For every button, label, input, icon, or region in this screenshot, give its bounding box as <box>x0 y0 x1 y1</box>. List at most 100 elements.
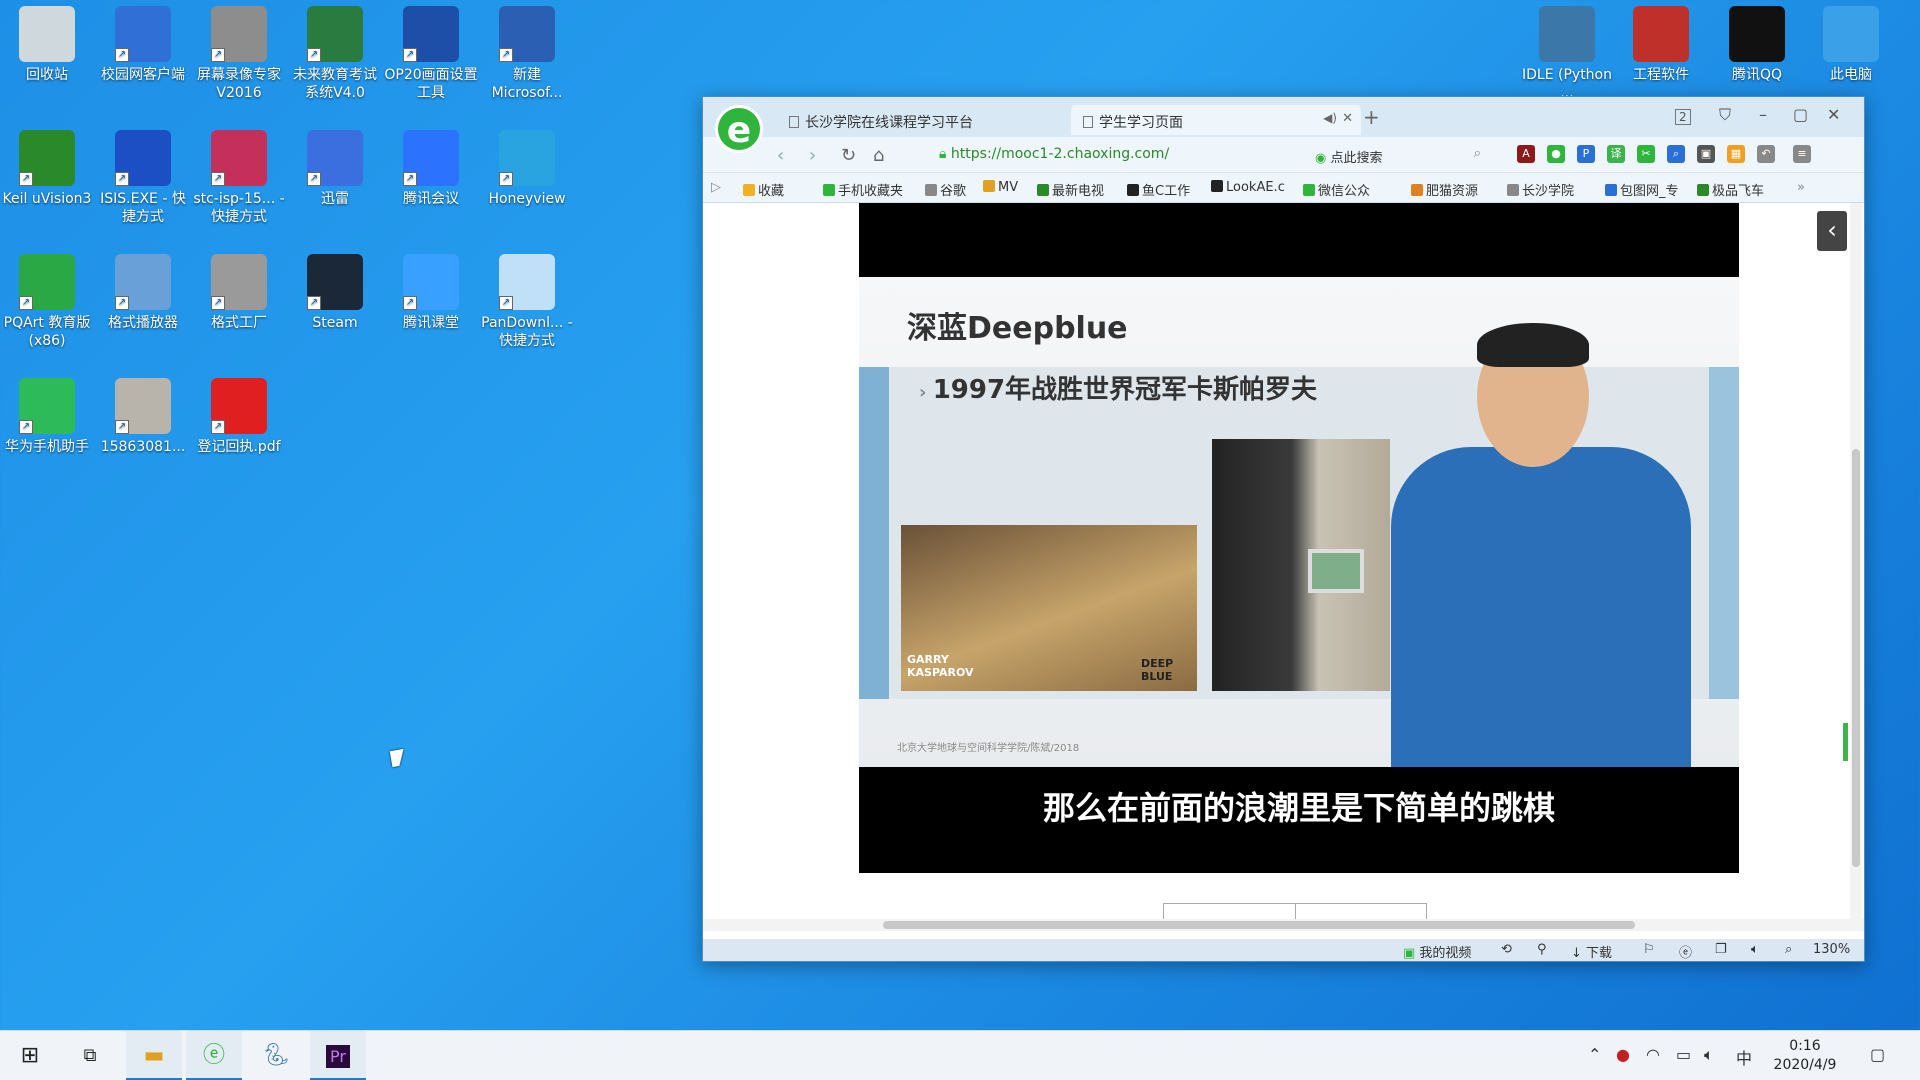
my-video-button[interactable]: ▣ 我的视频 <box>1403 942 1471 961</box>
browser-taskbar-icon[interactable]: ⓔ <box>186 1031 242 1080</box>
bookmark-item[interactable]: 谷歌 <box>925 180 966 199</box>
bookmark-item[interactable]: 收藏 <box>743 180 784 199</box>
scissors-icon[interactable]: ✂ <box>1637 145 1655 163</box>
desktop-shortcut[interactable]: ↗ OP20画面设置工具 <box>384 0 478 102</box>
desktop-shortcut[interactable]: ↗ PanDownl... - 快捷方式 <box>480 248 574 350</box>
picture-icon[interactable]: ▣ <box>1697 145 1715 163</box>
desktop-shortcut[interactable]: 回收站 <box>0 0 94 84</box>
notification-icon[interactable]: ▢ <box>1870 1045 1885 1064</box>
desktop-shortcut[interactable]: 工程软件 <box>1614 0 1708 84</box>
tab-count-badge[interactable]: 2 <box>1675 109 1691 125</box>
tray-expand-icon[interactable]: ⌃ <box>1588 1045 1601 1064</box>
desktop-shortcut[interactable]: ↗ 15863081... <box>96 372 190 456</box>
bookmark-item[interactable]: 鱼C工作 <box>1127 180 1190 199</box>
speaker-icon[interactable]: ◀) <box>1323 111 1337 125</box>
chapter-nav-buttons[interactable] <box>1163 903 1427 919</box>
window-icon[interactable]: ❐ <box>1715 942 1727 957</box>
clock[interactable]: 0:16 2020/4/9 <box>1762 1037 1848 1075</box>
speaker-tray-icon[interactable]: 🔈︎ <box>1704 1045 1714 1065</box>
premiere-icon[interactable]: Pr <box>310 1031 366 1080</box>
bookmark-item[interactable]: 手机收藏夹 <box>823 180 903 199</box>
bookmark-item[interactable]: LookAE.c <box>1211 180 1285 195</box>
home-icon[interactable]: ⌂ <box>873 145 884 166</box>
desktop-shortcut[interactable]: ↗ 格式播放器 <box>96 248 190 332</box>
history-icon[interactable]: ⟲ <box>1501 942 1512 957</box>
close-tab-icon[interactable]: ✕ <box>1342 111 1353 126</box>
bookmarks-toggle-icon[interactable]: ▷ <box>711 180 721 195</box>
desktop-shortcut[interactable]: ↗ 腾讯课堂 <box>384 248 478 332</box>
search-box[interactable]: ◉ 点此搜索 ⌕ <box>1307 142 1489 168</box>
desktop-shortcut[interactable]: ↗ 登记回执.pdf <box>192 372 286 456</box>
desktop-shortcut[interactable]: 腾讯QQ <box>1710 0 1804 84</box>
tab-course-platform[interactable]: 长沙学院在线课程学习平台 <box>777 105 1067 135</box>
vertical-scrollbar[interactable] <box>1850 203 1862 919</box>
desktop-shortcut[interactable]: ↗ 新建 Microsof... <box>480 0 574 102</box>
skin-icon[interactable]: ⛉ <box>1719 105 1731 125</box>
new-tab-button[interactable]: + <box>1363 105 1380 129</box>
minimize-icon[interactable]: – <box>1759 105 1767 124</box>
desktop-shortcut[interactable]: ↗ 格式工厂 <box>192 248 286 332</box>
desktop-shortcut[interactable]: ↗ Steam <box>288 248 382 332</box>
desktop-shortcut[interactable]: ↗ 腾讯会议 <box>384 124 478 208</box>
start-button[interactable]: ⊞ <box>2 1031 58 1080</box>
bookmark-item[interactable]: 包图网_专 <box>1605 180 1679 199</box>
pin-icon[interactable]: ⚲ <box>1537 942 1547 957</box>
apps-icon[interactable]: ▦ <box>1727 145 1745 163</box>
bookmark-item[interactable]: MV <box>983 180 1018 195</box>
search-icon[interactable]: ⌕ <box>1474 146 1481 161</box>
side-tab[interactable] <box>1843 723 1848 761</box>
desktop-shortcut[interactable]: ↗ 未来教育考试系统V4.0 <box>288 0 382 102</box>
tab-student-study[interactable]: 学生学习页面 ◀) ✕ <box>1071 105 1361 135</box>
browser-window[interactable]: e 长沙学院在线课程学习平台 学生学习页面 ◀) ✕ + 2 ⛉ – ▢ ✕ ‹… <box>702 96 1865 962</box>
python-taskbar-icon[interactable]: 🐍︎ <box>248 1031 304 1080</box>
desktop-shortcut[interactable]: ↗ 迅雷 <box>288 124 382 208</box>
desktop-shortcut[interactable]: IDLE (Python ... <box>1520 0 1614 102</box>
flag-icon[interactable]: ⚐ <box>1643 942 1655 957</box>
refresh-icon[interactable]: ↻ <box>841 145 856 166</box>
task-view-icon[interactable]: ⧉ <box>62 1031 118 1080</box>
ime-indicator[interactable]: 中 <box>1736 1045 1752 1069</box>
menu-icon[interactable]: ≡ <box>1793 145 1811 163</box>
magnifier-icon[interactable]: ⌕ <box>1667 145 1685 163</box>
zoom-icon[interactable]: ⌕ <box>1785 942 1792 957</box>
bookmark-item[interactable]: 微信公众 <box>1303 180 1370 199</box>
taskbar: ⊞ ⧉ ▬ ⓔ 🐍︎ Pr ⌃ ● ◠ ▭ 🔈︎ 中 0:16 2020/4/9… <box>0 1030 1920 1080</box>
back-icon[interactable]: ‹ <box>777 145 784 166</box>
bookmarks-more-icon[interactable]: » <box>1797 180 1805 195</box>
desktop-shortcut[interactable]: ↗ PQArt 教育版(x86) <box>0 248 94 350</box>
desktop-shortcut[interactable]: ↗ Keil uVision3 <box>0 124 94 208</box>
collapse-sidebar-button[interactable]: ‹ <box>1817 211 1847 251</box>
bookmark-item[interactable]: 肥猫资源 <box>1411 180 1478 199</box>
file-explorer-icon[interactable]: ▬ <box>126 1031 182 1080</box>
desktop-shortcut[interactable]: ↗ ISIS.EXE - 快捷方式 <box>96 124 190 226</box>
acrobat-icon[interactable]: A <box>1517 145 1535 163</box>
desktop-shortcut[interactable]: ↗ 屏幕录像专家V2016 <box>192 0 286 102</box>
horizontal-scrollbar[interactable] <box>703 919 1864 931</box>
p-extension-icon[interactable]: P <box>1577 145 1595 163</box>
bookmark-item[interactable]: 极品飞车 <box>1697 180 1764 199</box>
address-bar[interactable]: 🔒︎ https://mooc1-2.chaoxing.com/ <box>931 142 1311 168</box>
maximize-icon[interactable]: ▢ <box>1793 105 1808 124</box>
close-window-icon[interactable]: ✕ <box>1827 105 1840 124</box>
zoom-level[interactable]: 130% <box>1813 942 1850 957</box>
desktop-shortcut[interactable]: ↗ 华为手机助手 <box>0 372 94 456</box>
forward-icon[interactable]: › <box>809 145 816 166</box>
desktop-shortcut[interactable]: ↗ stc-isp-15... - 快捷方式 <box>192 124 286 226</box>
translate-icon[interactable]: 译 <box>1607 145 1625 163</box>
ie-mode-icon[interactable]: ⓔ <box>1679 942 1692 961</box>
volume-icon[interactable]: 🔈︎ <box>1751 942 1759 957</box>
image-file-icon: ↗ <box>115 378 171 434</box>
video-player[interactable]: 深蓝Deepblue › 1997年战胜世界冠军卡斯帕罗夫 GARRY KASP… <box>859 203 1739 873</box>
bookmark-item[interactable]: 长沙学院 <box>1507 180 1574 199</box>
battery-icon[interactable]: ▭ <box>1676 1045 1691 1064</box>
download-button[interactable]: ↓ 下载 <box>1571 942 1612 961</box>
qq-tray-icon[interactable]: ● <box>1616 1045 1630 1064</box>
bookmark-item[interactable]: 最新电视 <box>1037 180 1104 199</box>
wifi-icon[interactable]: ◠ <box>1646 1045 1660 1064</box>
browser-logo-icon[interactable]: e <box>715 105 763 153</box>
desktop-shortcut[interactable]: ↗ 校园网客户端 <box>96 0 190 84</box>
wechat-icon[interactable]: ● <box>1547 145 1565 163</box>
desktop-shortcut[interactable]: ↗ Honeyview <box>480 124 574 208</box>
undo-icon[interactable]: ↶ <box>1757 145 1775 163</box>
desktop-shortcut[interactable]: 此电脑 <box>1804 0 1898 84</box>
